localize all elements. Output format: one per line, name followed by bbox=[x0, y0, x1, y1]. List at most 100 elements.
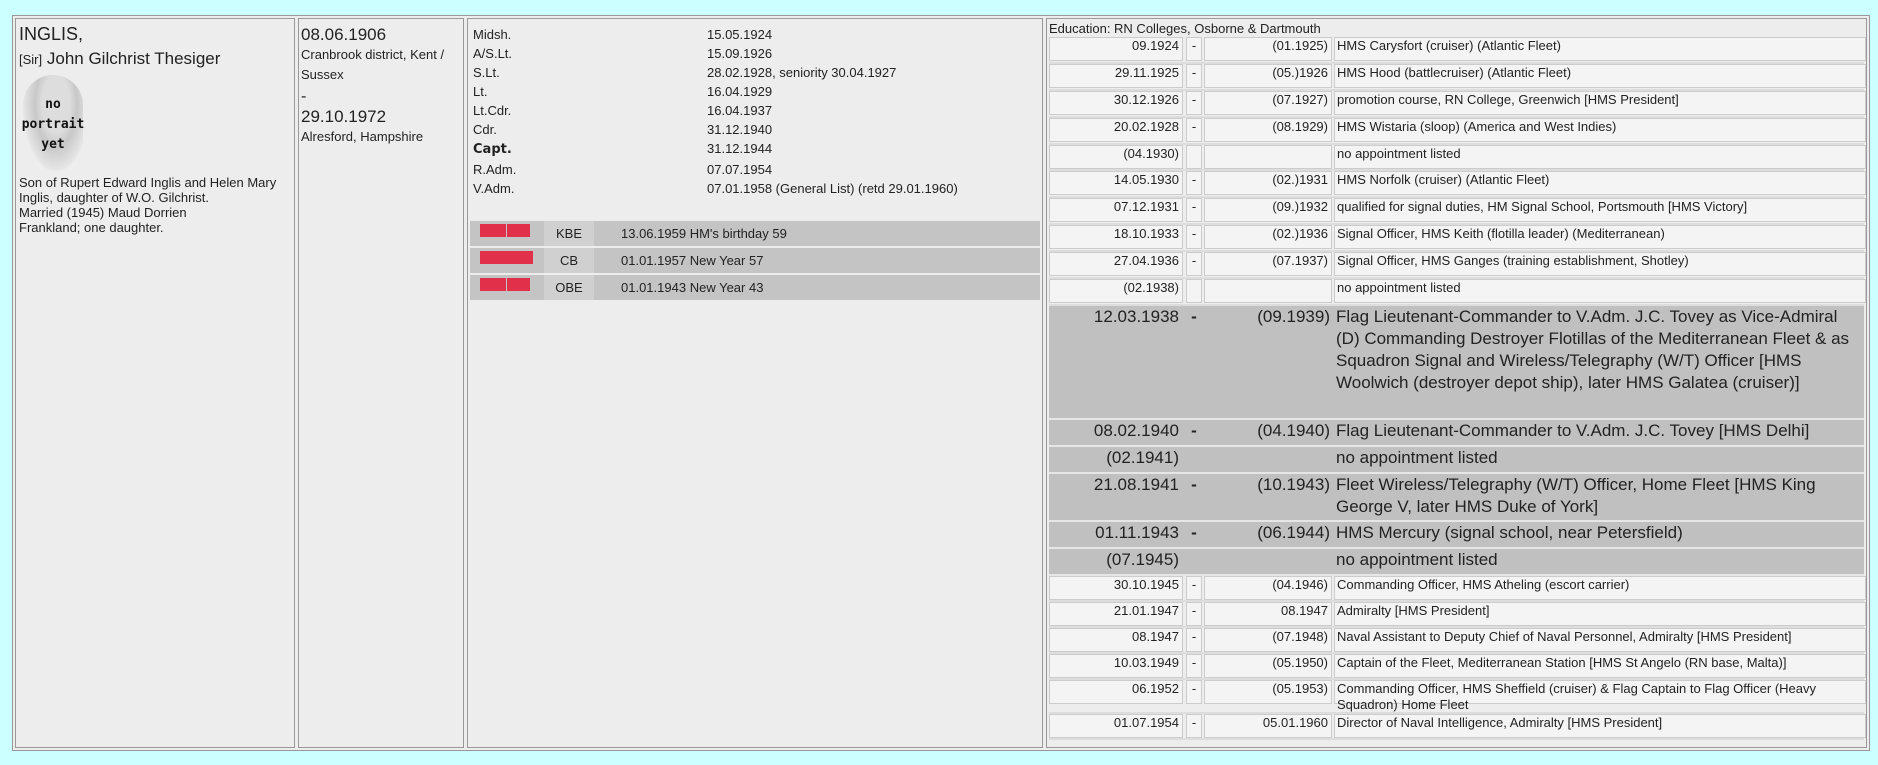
appointment-end: (04.1946) bbox=[1204, 575, 1332, 600]
appointment-end: (08.1929) bbox=[1204, 117, 1332, 142]
rank-row: Cdr. 31.12.1940 bbox=[473, 122, 772, 137]
appointment-description: Flag Lieutenant-Commander to V.Adm. J.C.… bbox=[1336, 306, 1850, 392]
rank-date: 31.12.1944 bbox=[707, 141, 773, 156]
award-abbr: OBE bbox=[544, 275, 594, 300]
appointment-start: 01.07.1954 bbox=[1049, 713, 1183, 738]
appointment-start: 14.05.1930 bbox=[1049, 171, 1183, 196]
rank-name: Midsh. bbox=[473, 27, 512, 42]
rank-row: Lt. 16.04.1929 bbox=[473, 84, 772, 99]
appointment-description: Captain of the Fleet, Mediterranean Stat… bbox=[1334, 653, 1866, 678]
rank-date: 15.05.1924 bbox=[707, 27, 773, 42]
appointment-row: 01.07.1954-05.01.1960 Director of Naval I… bbox=[1049, 713, 1866, 740]
appointment-row: 09.1924- (01.1925) HMS Carysfort (cruiser)… bbox=[1049, 37, 1866, 64]
appointment-row: 01.11.1943- (06.1944) HMS Mercury (signal … bbox=[1049, 521, 1864, 549]
appointment-row: 20.02.1928- (08.1929) HMS Wistaria (sloop)… bbox=[1049, 117, 1866, 145]
appointment-start: 09.1924 bbox=[1049, 37, 1183, 61]
appointment-start: (02.1938) bbox=[1049, 279, 1183, 304]
name-prefix: [Sir] bbox=[19, 52, 43, 67]
birth-date: 08.06.1906 bbox=[301, 25, 387, 44]
appointment-row: (07.1945) no appointment listed bbox=[1049, 548, 1864, 576]
post-war-appointments-table: 30.10.1945- (04.1946) Commanding Officer, … bbox=[1049, 575, 1866, 740]
rank-name: Lt.Cdr. bbox=[473, 103, 512, 118]
bio-line: Married (1945) Maud Dorrien bbox=[19, 205, 187, 220]
awards-list: KBE 13.06.1959 HM's birthday 59 CB 01.01.19… bbox=[470, 221, 1040, 302]
appointment-separator: - bbox=[1186, 37, 1202, 61]
award-row: OBE 01.01.1943 New Year 43 bbox=[470, 275, 1040, 300]
award-date: 01.01.1943 New Year 43 bbox=[621, 275, 763, 300]
appointment-row: 29.11.1925- (05.)1926 HMS Hood (battlecrui… bbox=[1049, 63, 1866, 91]
appointment-start: 10.03.1949 bbox=[1049, 653, 1183, 678]
portrait-text-line: yet bbox=[41, 137, 65, 152]
rank-name: A/S.Lt. bbox=[473, 46, 513, 61]
appointment-description: promotion course, RN College, Greenwich … bbox=[1334, 90, 1866, 115]
appointment-start: 01.11.1943 bbox=[1095, 522, 1179, 542]
award-ribbon bbox=[472, 275, 540, 300]
award-abbr: KBE bbox=[544, 221, 594, 246]
appointment-row: (02.1938) no appointment listed bbox=[1049, 279, 1866, 306]
appointment-separator: - bbox=[1186, 653, 1202, 678]
rank-list: Midsh. 15.05.1924 A/S.Lt. 15.09.1926 S.Lt. 28… bbox=[470, 23, 1040, 219]
rank-row: S.Lt. 28.02.1928, seniority 30.04.1927 bbox=[473, 65, 896, 80]
education: Education: RN Colleges, Osborne & Dartmo… bbox=[1049, 21, 1321, 36]
rank-name: Capt. bbox=[473, 142, 512, 157]
award-date: 01.01.1957 New Year 57 bbox=[621, 248, 763, 273]
appointment-separator bbox=[1186, 144, 1202, 169]
rank-row: A/S.Lt. 15.09.1926 bbox=[473, 46, 772, 61]
appointment-row: 21.01.1947-08.1947 Admiralty [HMS Preside… bbox=[1049, 601, 1866, 628]
appointment-separator: - bbox=[1186, 713, 1202, 738]
appointment-description: Director of Naval Intelligence, Admiralt… bbox=[1334, 713, 1866, 738]
award-date: 13.06.1959 HM's birthday 59 bbox=[621, 221, 787, 246]
appointment-description: Signal Officer, HMS Keith (flotilla lead… bbox=[1334, 225, 1866, 250]
appointment-row: 12.03.1938- (09.1939) Flag Lieutenant-Comm… bbox=[1049, 305, 1864, 420]
rank-date: 15.09.1926 bbox=[707, 46, 773, 61]
officer-record: INGLIS, [Sir] John Gilchrist Thesiger no… bbox=[12, 15, 1870, 751]
appointment-separator: - bbox=[1186, 90, 1202, 115]
appointment-separator: - bbox=[1191, 474, 1197, 494]
career-column: Education: RN Colleges, Osborne & Dartmo… bbox=[1046, 18, 1867, 748]
ribbon-stripe bbox=[507, 278, 530, 291]
given-names: John Gilchrist Thesiger bbox=[46, 49, 221, 68]
portrait-placeholder: no portrait yet bbox=[19, 73, 87, 173]
appointment-start: 06.1952 bbox=[1049, 679, 1183, 704]
appointment-row: 18.10.1933- (02.)1936 Signal Officer, HMS … bbox=[1049, 225, 1866, 253]
appointment-row: 27.04.1936- (07.1937) Signal Officer, HMS … bbox=[1049, 252, 1866, 280]
appointment-end: (01.1925) bbox=[1204, 37, 1332, 61]
appointment-description: HMS Wistaria (sloop) (America and West I… bbox=[1334, 117, 1866, 142]
ribbon-stripe bbox=[480, 251, 533, 264]
appointment-description: Fleet Wireless/Telegraphy (W/T) Officer,… bbox=[1336, 474, 1816, 516]
appointment-separator: - bbox=[1191, 306, 1197, 326]
appointment-row: 21.08.1941- (10.1943) Fleet Wireless/Teleg… bbox=[1049, 473, 1864, 522]
appointment-start: (02.1941) bbox=[1106, 447, 1179, 467]
death-place: Alresford, Hampshire bbox=[301, 129, 424, 144]
appointment-end: (02.)1936 bbox=[1204, 225, 1332, 250]
appointment-row: (04.1930) no appointment listed bbox=[1049, 144, 1866, 172]
portrait-text: no portrait yet bbox=[19, 95, 87, 155]
appointment-end: (09.)1932 bbox=[1204, 198, 1332, 223]
bio-line: Frankland; one daughter. bbox=[19, 220, 164, 235]
appointment-separator: - bbox=[1186, 575, 1202, 600]
award-row: KBE 13.06.1959 HM's birthday 59 bbox=[470, 221, 1040, 246]
appointment-start: 21.08.1941 bbox=[1093, 474, 1179, 494]
appointment-start: 12.03.1938 bbox=[1093, 306, 1179, 326]
award-occasion: New Year 43 bbox=[689, 280, 764, 295]
rank-row: Midsh. 15.05.1924 bbox=[473, 27, 772, 42]
appointment-row: (02.1941) no appointment listed bbox=[1049, 446, 1864, 474]
appointment-start: 30.10.1945 bbox=[1049, 575, 1183, 600]
award-ribbon bbox=[472, 248, 540, 273]
appointment-separator: - bbox=[1186, 252, 1202, 277]
award-date-value: 13.06.1959 bbox=[621, 226, 687, 241]
ranks-column: Midsh. 15.05.1924 A/S.Lt. 15.09.1926 S.Lt. 28… bbox=[467, 18, 1043, 748]
appointment-end: (04.1940) bbox=[1257, 420, 1330, 440]
appointment-end: 05.01.1960 bbox=[1204, 713, 1332, 738]
appointment-row: 14.05.1930- (02.)1931 HMS Norfolk (cruiser… bbox=[1049, 171, 1866, 199]
appointment-separator: - bbox=[1186, 627, 1202, 652]
death-date: 29.10.1972 bbox=[301, 107, 387, 126]
appointment-end bbox=[1204, 144, 1332, 169]
award-occasion: New Year 57 bbox=[689, 253, 764, 268]
appointment-row: 30.10.1945- (04.1946) Commanding Officer, … bbox=[1049, 575, 1866, 602]
appointment-separator: - bbox=[1186, 198, 1202, 223]
rank-row: Capt. 31.12.1944 bbox=[473, 141, 772, 157]
appointment-description: HMS Hood (battlecruiser) (Atlantic Fleet… bbox=[1334, 63, 1866, 88]
award-date-value: 01.01.1957 bbox=[621, 253, 687, 268]
appointment-end: (07.1937) bbox=[1204, 252, 1332, 277]
